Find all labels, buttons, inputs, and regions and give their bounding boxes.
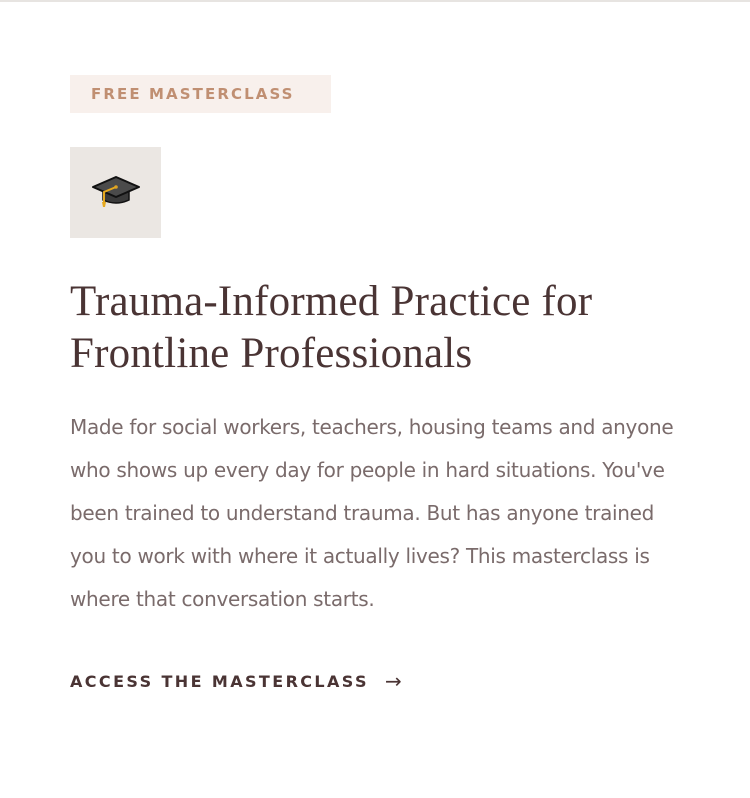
graduation-cap-icon <box>91 173 141 213</box>
masterclass-title: Trauma-Informed Practice for Frontline P… <box>70 278 593 377</box>
arrow-right-icon: → <box>384 669 402 693</box>
page: FREE MASTERCLASS Trauma-Informed Practic… <box>0 0 750 798</box>
icon-tile <box>70 147 161 238</box>
masterclass-description: Made for social workers, teachers, housi… <box>70 415 674 611</box>
free-masterclass-badge: FREE MASTERCLASS <box>70 75 331 113</box>
access-masterclass-link[interactable]: ACCESS THE MASTERCLASS → <box>70 669 402 693</box>
access-masterclass-label: ACCESS THE MASTERCLASS <box>70 671 369 691</box>
masterclass-card: FREE MASTERCLASS Trauma-Informed Practic… <box>70 75 690 693</box>
